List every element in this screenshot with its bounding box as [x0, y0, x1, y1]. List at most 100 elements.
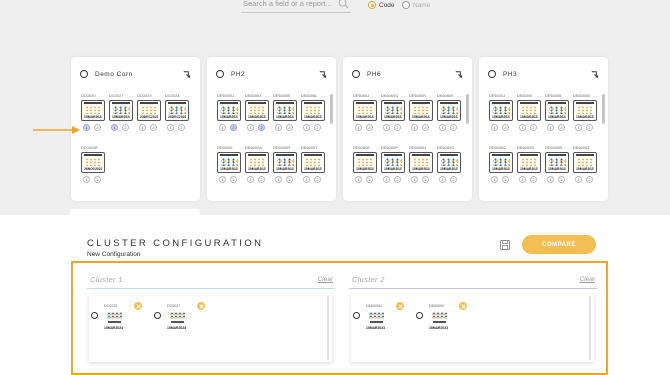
report-preview[interactable]: 15MAR2023: [489, 152, 513, 173]
cluster-badge-1[interactable]: 1: [275, 176, 282, 183]
report-thumbnail[interactable]: DE6060N 15MAR2023 1 2: [409, 94, 433, 131]
report-thumbnail[interactable]: DC0027 15MAR2024 1 2: [109, 94, 133, 131]
cluster-item-radio[interactable]: [154, 312, 161, 319]
remove-icon[interactable]: [396, 302, 404, 310]
cluster-item-thumbnail[interactable]: DC0027 15MAR2024: [167, 304, 189, 330]
report-thumbnail[interactable]: DE6000C 15MAR2023 1 2: [489, 146, 513, 183]
report-thumbnail[interactable]: DE6060Q 15MAR2023 1 2: [381, 94, 405, 131]
cluster-badge-2[interactable]: 2: [450, 124, 457, 131]
cluster-badge-2[interactable]: 2: [450, 176, 457, 183]
select-field-radio[interactable]: [80, 70, 88, 78]
report-preview[interactable]: 15MAR2024: [81, 100, 105, 121]
cluster-badge-1[interactable]: 1: [547, 176, 554, 183]
cluster-badge-1[interactable]: 1: [519, 124, 526, 131]
cluster-badge-1[interactable]: 1: [219, 124, 226, 131]
report-preview[interactable]: 15MAR2023: [381, 100, 405, 121]
report-thumbnail[interactable]: DE6060E 15MAR2023 1 2: [353, 146, 377, 183]
report-preview[interactable]: 15MAR2023: [245, 100, 269, 121]
cluster-badge-2[interactable]: 2: [558, 124, 565, 131]
cluster-badge-2[interactable]: 2: [122, 124, 129, 131]
search-bar[interactable]: Search a field or a report...: [241, 0, 351, 13]
cluster-badge-1[interactable]: 1: [247, 124, 254, 131]
cluster-badge-1[interactable]: 1: [167, 124, 174, 131]
cluster-badge-2[interactable]: 2: [366, 176, 373, 183]
cluster-badge-2[interactable]: 2: [586, 124, 593, 131]
cluster-badge-1[interactable]: 1: [247, 176, 254, 183]
cluster-item-radio[interactable]: [416, 312, 423, 319]
search-input[interactable]: Search a field or a report...: [243, 0, 332, 8]
cluster-badge-1[interactable]: 1: [383, 124, 390, 131]
report-preview[interactable]: 15MAR2023: [381, 152, 405, 173]
report-preview[interactable]: 23DEC2023: [137, 100, 161, 121]
report-preview[interactable]: 15MAR2023: [301, 100, 325, 121]
cluster-badge-1[interactable]: 1: [303, 176, 310, 183]
cluster-scrollbar[interactable]: [327, 296, 329, 360]
card-scrollbar[interactable]: [466, 94, 469, 124]
cluster-badge-2[interactable]: 2: [178, 124, 185, 131]
report-preview[interactable]: 15MAR2023: [545, 152, 569, 173]
cluster-badge-1[interactable]: 1: [383, 176, 390, 183]
cluster-badge-1[interactable]: 1: [355, 176, 362, 183]
report-thumbnail[interactable]: DE6000E 15MAR2023 1 2: [545, 94, 569, 131]
cluster-badge-1[interactable]: 1: [219, 176, 226, 183]
cluster-badge-2[interactable]: 2: [286, 124, 293, 131]
report-thumbnail[interactable]: DC0029F 26NOV2023 1 2: [81, 146, 105, 183]
cluster-badge-2[interactable]: 2: [258, 124, 265, 131]
cluster-badge-2[interactable]: 2: [394, 124, 401, 131]
report-preview[interactable]: 15MAR2023: [573, 152, 597, 173]
remove-icon[interactable]: [459, 302, 467, 310]
report-thumbnail[interactable]: DC0024 23DEC2023 1 2: [165, 94, 189, 131]
cluster-badge-1[interactable]: 1: [275, 124, 282, 131]
cluster-badge-2[interactable]: 2: [314, 124, 321, 131]
cluster-badge-1[interactable]: 1: [575, 176, 582, 183]
report-preview[interactable]: 15MAR2023: [245, 152, 269, 173]
report-thumbnail[interactable]: DE6000B 15MAR2023 1 2: [273, 94, 297, 131]
select-field-radio[interactable]: [216, 70, 224, 78]
cluster-badge-1[interactable]: 1: [139, 124, 146, 131]
report-preview[interactable]: 15MAR2023: [545, 100, 569, 121]
cluster-item-thumbnail[interactable]: DC0020 15MAR2024: [104, 304, 126, 330]
cluster-badge-1[interactable]: 1: [411, 176, 418, 183]
report-preview[interactable]: 15MAR2023: [273, 152, 297, 173]
report-preview[interactable]: 15MAR2023: [353, 152, 377, 173]
report-thumbnail[interactable]: DE6000B 15MAR2023 1 2: [545, 146, 569, 183]
cluster-dropzone[interactable]: DC0020 15MAR2024 DC0027 15MAR2024: [89, 294, 332, 362]
radio-dot[interactable]: [402, 1, 410, 9]
report-thumbnail[interactable]: DE6000I 15MAR2023 1 2: [217, 146, 241, 183]
radio-code[interactable]: Code: [368, 1, 395, 9]
report-thumbnail[interactable]: DE6006L 15MAR2023 1 2: [301, 94, 325, 131]
report-preview[interactable]: 15MAR2023: [489, 100, 513, 121]
report-thumbnail[interactable]: DE6000X 15MAR2023 1 2: [245, 94, 269, 131]
cluster-badge-2[interactable]: 2: [422, 176, 429, 183]
report-thumbnail[interactable]: DE6060U 15MAR2023 1 2: [409, 146, 433, 183]
report-thumbnail[interactable]: DE6060K 15MAR2023 1 2: [437, 94, 461, 131]
cluster-badge-2[interactable]: 2: [94, 124, 101, 131]
cluster-badge-2[interactable]: 2: [314, 176, 321, 183]
report-thumbnail[interactable]: DE6000I 15MAR2023 1 2: [517, 94, 541, 131]
select-field-radio[interactable]: [352, 70, 360, 78]
cluster-badge-1[interactable]: 1: [491, 176, 498, 183]
cluster-badge-2[interactable]: 2: [230, 176, 237, 183]
report-preview[interactable]: 15MAR2023: [517, 152, 541, 173]
report-preview[interactable]: 15MAR2024: [109, 100, 133, 121]
cluster-badge-1[interactable]: 1: [491, 124, 498, 131]
cluster-badge-2[interactable]: 2: [422, 124, 429, 131]
cluster-item-radio[interactable]: [91, 312, 98, 319]
cluster-badge-2[interactable]: 2: [394, 176, 401, 183]
report-thumbnail[interactable]: DE6060J 15MAR2023 1 2: [353, 94, 377, 131]
radio-dot[interactable]: [368, 1, 376, 9]
cluster-badge-1[interactable]: 1: [439, 124, 446, 131]
cluster-badge-2[interactable]: 2: [150, 124, 157, 131]
report-thumbnail[interactable]: DE6000J 15MAR2023 1 2: [489, 94, 513, 131]
cluster-badge-2[interactable]: 2: [530, 176, 537, 183]
cluster-badge-1[interactable]: 1: [303, 124, 310, 131]
search-icon[interactable]: [338, 0, 349, 9]
cluster-badge-2[interactable]: 2: [502, 124, 509, 131]
radio-name[interactable]: Name: [402, 1, 430, 9]
cluster-badge-1[interactable]: 1: [355, 124, 362, 131]
report-thumbnail[interactable]: DE6060P 15MAR2023 1 2: [381, 146, 405, 183]
report-preview[interactable]: 15MAR2023: [573, 100, 597, 121]
card-scrollbar[interactable]: [602, 94, 605, 124]
report-preview[interactable]: 15MAR2023: [353, 100, 377, 121]
report-preview[interactable]: 15MAR2023: [437, 100, 461, 121]
